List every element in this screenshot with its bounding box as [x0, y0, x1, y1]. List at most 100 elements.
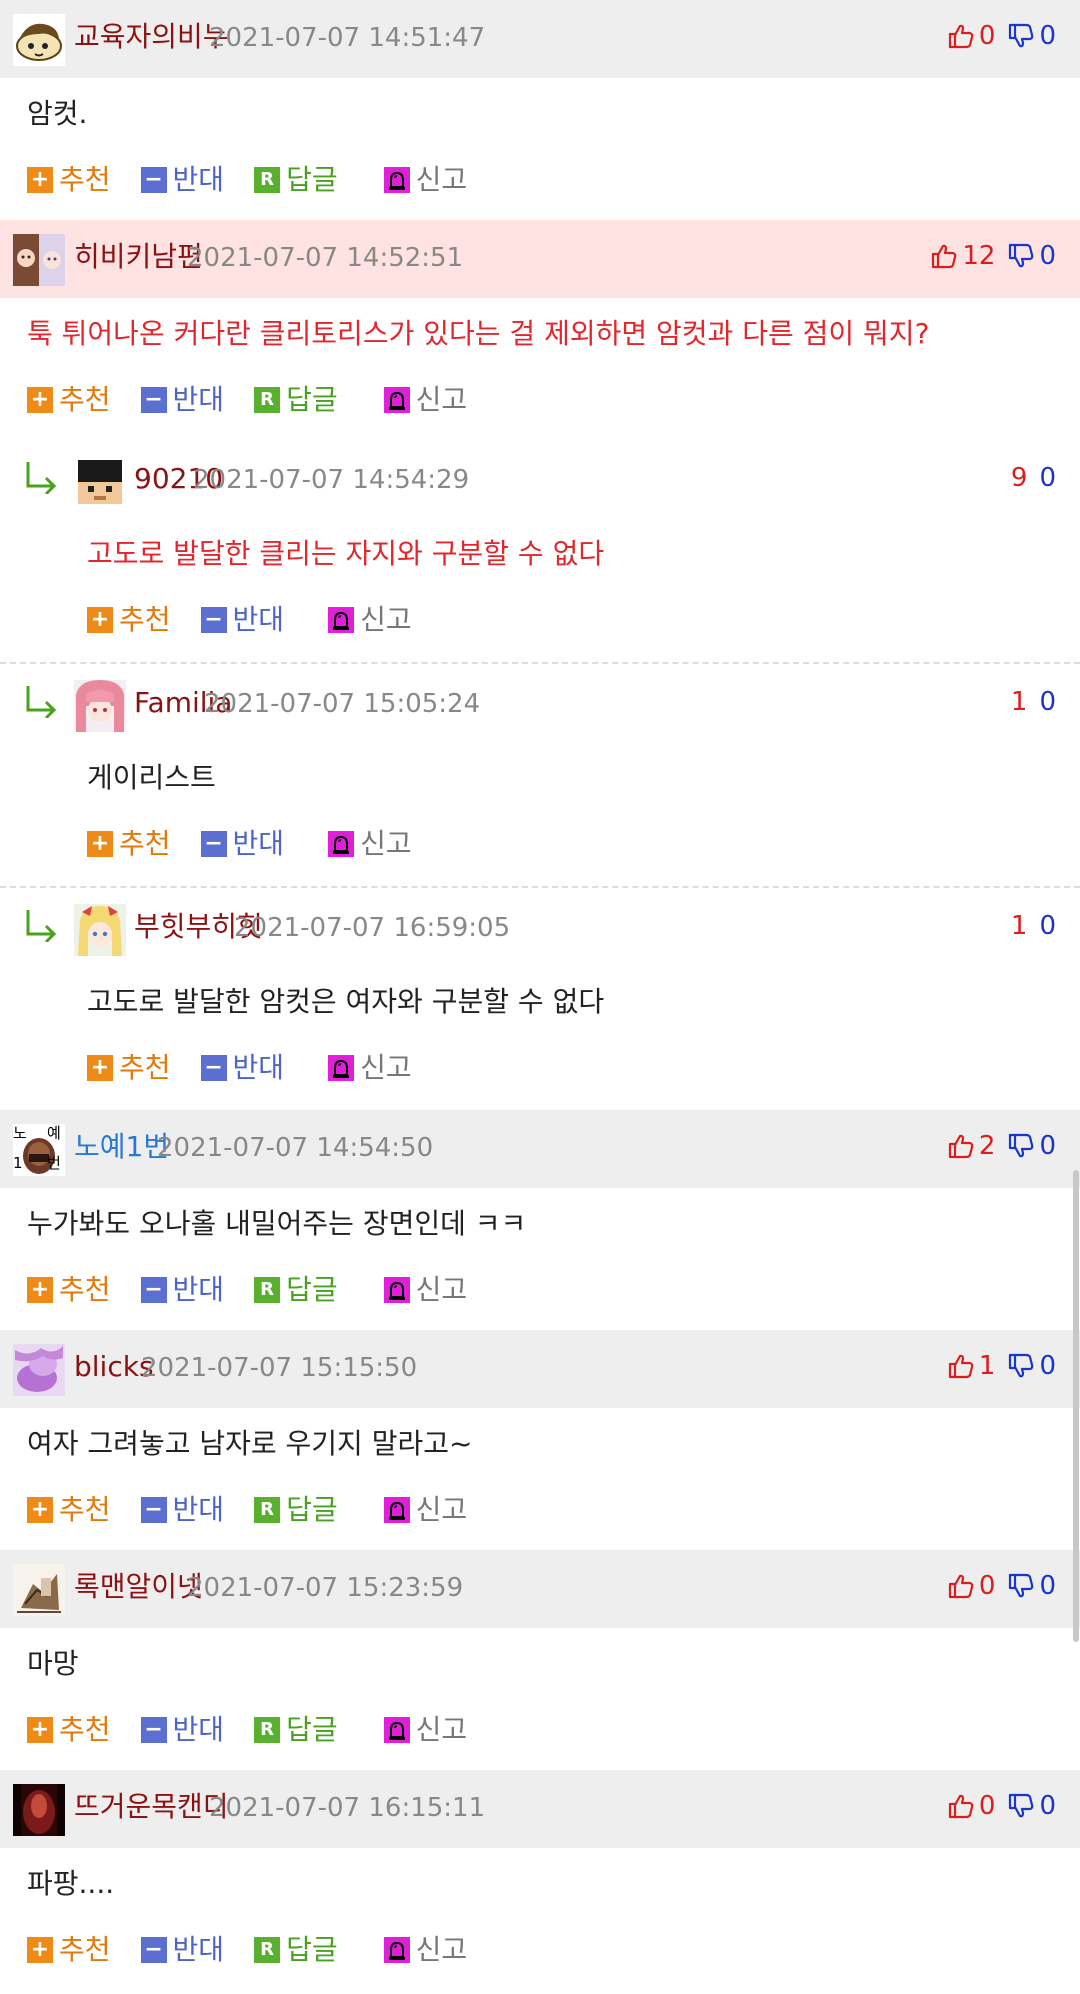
oppose-button[interactable]: − 반대 [140, 382, 224, 418]
recommend-button[interactable]: + 추천 [87, 826, 171, 862]
thumbs-down-icon[interactable] [1007, 1132, 1035, 1160]
comment-date: 2021-07-07 15:23:59 [187, 1573, 464, 1603]
avatar-text: 예 [47, 1124, 61, 1142]
oppose-button[interactable]: − 반대 [140, 1712, 225, 1748]
report-button[interactable]: 신고 [383, 1932, 468, 1968]
recommend-button[interactable]: + 추천 [87, 1050, 171, 1086]
oppose-button[interactable]: − 반대 [200, 826, 285, 862]
nickname[interactable]: 히비키남편 [74, 238, 203, 276]
report-button[interactable]: 신고 [383, 1272, 467, 1308]
oppose-button[interactable]: − 반대 [200, 1050, 285, 1086]
report-button[interactable]: 신고 [328, 1050, 412, 1086]
vote-counts: 12 0 [930, 238, 1056, 274]
reply-button[interactable]: R 답글 [254, 1932, 338, 1968]
recommend-button[interactable]: + 추천 [27, 1712, 111, 1748]
oppose-button-label: 반대 [172, 1933, 225, 1966]
oppose-button[interactable]: − 반대 [200, 602, 285, 638]
recommend-button-label: 추천 [59, 1933, 111, 1966]
thumbs-down-icon[interactable] [1007, 1572, 1035, 1600]
thumbs-up-icon[interactable] [947, 22, 975, 50]
reply-button-label: 답글 [286, 383, 338, 416]
recommend-button[interactable]: + 추천 [27, 162, 111, 198]
thumbs-down-icon[interactable] [1007, 22, 1035, 50]
report-button[interactable]: 신고 [383, 1712, 467, 1748]
recommend-button[interactable]: + 추천 [87, 602, 171, 638]
avatar[interactable] [13, 14, 65, 66]
scrollbar[interactable] [1073, 1170, 1079, 1642]
thumbs-up-icon[interactable] [947, 1572, 975, 1600]
comment: 뜨거운목캔디 2021-07-07 16:15:11 0 0 파팡.... + 추천 − 반대 R… [0, 1770, 1080, 1990]
vote-counts: 00 [947, 1788, 1056, 1824]
report-button-label: 신고 [415, 383, 468, 416]
vote-counts: 00 [947, 1568, 1056, 1604]
thumbs-down-icon[interactable] [1007, 1792, 1035, 1820]
report-button[interactable]: 신고 [328, 826, 412, 862]
reply-button[interactable]: R 답글 [254, 1272, 338, 1308]
down-count: 0 [1039, 687, 1056, 717]
minus-box-icon: − [140, 1497, 167, 1523]
minus-box-icon: − [200, 1055, 227, 1081]
nickname[interactable]: 뜨거운목캔디 [74, 1788, 229, 1826]
thumbs-down-icon[interactable] [1007, 1352, 1035, 1380]
reply-arrow-icon [24, 460, 60, 496]
thumbs-up-icon[interactable] [947, 1792, 975, 1820]
recommend-button[interactable]: + 추천 [27, 382, 111, 418]
nickname[interactable]: 교육자의비누 [74, 18, 229, 56]
vote-counts: 10 [1011, 684, 1056, 720]
avatar[interactable]: 노 예 1 번 [13, 1124, 65, 1176]
comment-header: 교육자의비누 2021-07-07 14:51:47 0 0 [0, 0, 1080, 78]
reply-button[interactable]: R 답글 [254, 382, 338, 418]
reply-button[interactable]: R 답글 [254, 1712, 338, 1748]
thumbs-up-icon[interactable] [947, 1352, 975, 1380]
avatar-text: 1 [13, 1154, 23, 1172]
vote-counts: 00 [947, 18, 1056, 54]
avatar[interactable] [13, 1344, 65, 1396]
comment: blicks 2021-07-07 15:15:50 1 0 여자 그려놓고 남자로 우… [0, 1330, 1080, 1550]
avatar[interactable] [74, 456, 126, 508]
avatar[interactable] [13, 234, 65, 286]
report-button[interactable]: 신고 [383, 1492, 467, 1528]
up-count: 0 [978, 1571, 996, 1601]
report-button[interactable]: 신고 [328, 602, 412, 638]
oppose-button-label: 반대 [232, 827, 285, 860]
oppose-button[interactable]: − 반대 [140, 1272, 224, 1308]
up-count: 2 [978, 1131, 996, 1161]
recommend-button-label: 추천 [119, 603, 171, 636]
oppose-button-label: 반대 [232, 603, 285, 636]
nickname[interactable]: 록맨알이넷 [74, 1568, 203, 1606]
recommend-button[interactable]: + 추천 [27, 1272, 111, 1308]
avatar[interactable] [13, 1784, 65, 1836]
thumbs-up-icon[interactable] [947, 1132, 975, 1160]
recommend-button[interactable]: + 추천 [27, 1932, 111, 1968]
avatar[interactable] [74, 904, 126, 956]
r-box-icon: R [254, 1937, 281, 1963]
down-count: 0 [1039, 1351, 1056, 1381]
up-count: 9 [1010, 463, 1028, 493]
recommend-button[interactable]: + 추천 [27, 1492, 111, 1528]
report-button[interactable]: 신고 [383, 162, 467, 198]
report-button-label: 신고 [360, 827, 412, 860]
reply-arrow-icon [24, 684, 60, 720]
oppose-button[interactable]: − 반대 [140, 162, 224, 198]
recommend-button-label: 추천 [59, 1493, 111, 1526]
reply-comment: 90210 2021-07-07 14:54:29 9 0 고도로 발달한 클리는 자지… [0, 440, 1080, 664]
thumbs-up-icon[interactable] [930, 242, 958, 270]
reply-button[interactable]: R 답글 [254, 1492, 338, 1528]
nickname[interactable]: 노예1번 [74, 1128, 169, 1166]
avatar[interactable] [13, 1564, 65, 1616]
avatar-text: 번 [47, 1154, 61, 1172]
reply-button[interactable]: R 답글 [254, 162, 338, 198]
report-button[interactable]: 신고 [383, 382, 468, 418]
oppose-button-label: 반대 [232, 1051, 285, 1084]
up-count: 1 [978, 1351, 996, 1381]
thumbs-down-icon[interactable] [1007, 242, 1035, 270]
avatar[interactable] [74, 680, 126, 732]
oppose-button[interactable]: − 반대 [140, 1492, 224, 1528]
minus-box-icon: − [140, 167, 167, 193]
oppose-button-label: 반대 [172, 1713, 225, 1746]
oppose-button[interactable]: − 반대 [140, 1932, 225, 1968]
down-count: 0 [1039, 463, 1056, 493]
comment-date: 2021-07-07 14:51:47 [209, 23, 486, 53]
down-count: 0 [1039, 1791, 1056, 1821]
report-button-label: 신고 [415, 1933, 468, 1966]
